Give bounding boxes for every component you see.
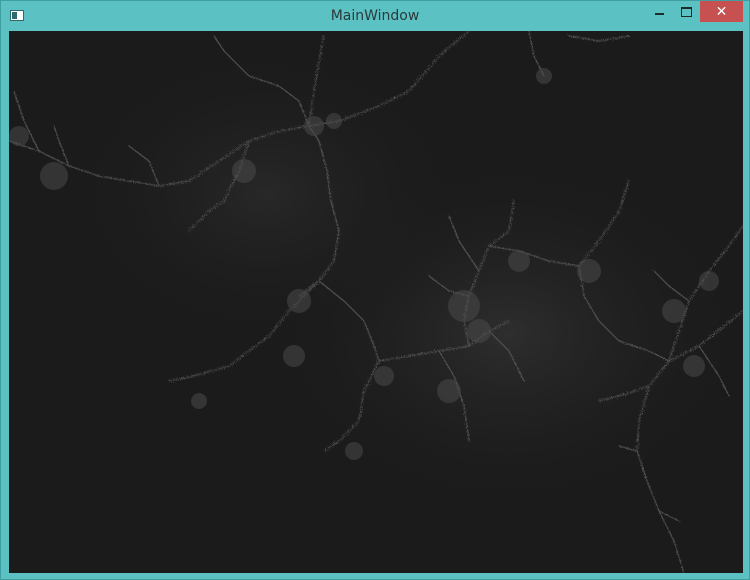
title-bar[interactable]: MainWindow ✕: [1, 1, 749, 31]
fractal-canvas[interactable]: [9, 31, 743, 573]
minimize-button[interactable]: [646, 1, 673, 22]
minimize-icon: [655, 12, 664, 15]
close-button[interactable]: ✕: [700, 1, 743, 22]
maximize-icon: [680, 6, 692, 17]
maximize-button[interactable]: [673, 1, 699, 22]
fractal-image: [9, 31, 743, 573]
main-window: MainWindow ✕: [0, 0, 750, 580]
close-icon: ✕: [715, 3, 728, 20]
window-title: MainWindow: [330, 8, 420, 24]
